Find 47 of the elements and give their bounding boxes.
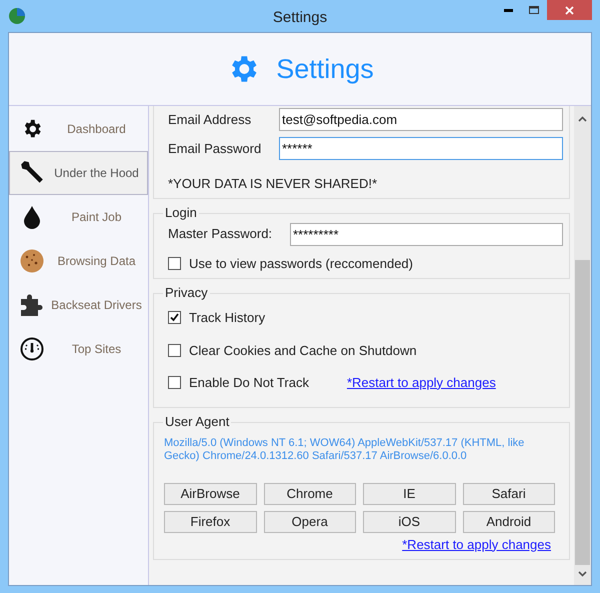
restart-link[interactable]: *Restart to apply changes (402, 536, 551, 552)
window-title: Settings (272, 8, 328, 28)
user-agent-button[interactable]: Android (462, 510, 555, 532)
sidebar-item[interactable]: Paint Job (9, 195, 148, 239)
close-icon (565, 6, 574, 14)
sidebar-item[interactable]: Browsing Data (9, 239, 148, 283)
user-agent-button[interactable]: Firefox (164, 510, 256, 532)
field-label: Master Password: (168, 225, 274, 244)
checkbox[interactable] (168, 376, 181, 390)
maximize-icon (529, 6, 539, 14)
group-legend: Privacy (163, 285, 210, 301)
text-field[interactable]: test@softpedia.com (279, 108, 563, 131)
page-title: Settings (276, 52, 374, 86)
user-agent-button[interactable]: Chrome (264, 482, 356, 504)
field-label: Email Address (168, 110, 252, 129)
checkbox-label: Enable Do Not Track (189, 374, 309, 392)
minimize-icon (504, 8, 512, 12)
user-agent-button[interactable]: IE (363, 482, 456, 504)
checkbox-label: Track History (189, 309, 266, 327)
restart-link[interactable]: *Restart to apply changes (346, 374, 496, 391)
group-legend: Login (163, 204, 199, 220)
drop-icon (23, 205, 41, 229)
checkbox-label: Clear Cookies and Cache on Shutdown (189, 342, 417, 360)
cookie-icon (20, 249, 44, 273)
checkbox[interactable] (168, 344, 181, 357)
checkbox-label: Use to view passwords (reccomended) (189, 254, 413, 273)
sidebar-item[interactable]: Backseat Drivers (9, 283, 148, 327)
privacy-note: *YOUR DATA IS NEVER SHARED!* (168, 175, 378, 193)
checkbox[interactable] (168, 256, 181, 270)
text-field[interactable]: ********* (290, 222, 563, 246)
scrollbar-thumb[interactable] (575, 260, 590, 565)
close-button[interactable] (547, 0, 592, 20)
text-field[interactable]: ****** (279, 137, 563, 160)
app-logo-icon (9, 8, 25, 24)
gauge-icon (20, 337, 44, 361)
scrollbar[interactable] (574, 106, 591, 585)
field-label: Email Password (168, 140, 262, 158)
sidebar-item[interactable]: Top Sites (9, 327, 148, 371)
user-agent-button[interactable]: Safari (462, 482, 555, 504)
user-agent-text: Mozilla/5.0 (Windows NT 6.1; WOW64) AppleWebKit/537.17 (KHTML, like Gecko) Chrome/24.0.1312.60 Safari/537.17 AirBrowse/6.0.0.0 (164, 436, 526, 462)
puzzle-piece-icon (20, 293, 44, 317)
user-agent-button[interactable]: AirBrowse (164, 482, 256, 504)
sidebar-item[interactable]: Under the Hood (9, 151, 148, 195)
sidebar-item[interactable]: Dashboard (9, 107, 148, 151)
user-agent-button[interactable]: iOS (363, 510, 456, 532)
user-agent-button[interactable]: Opera (264, 510, 356, 532)
checkbox[interactable] (168, 311, 181, 324)
